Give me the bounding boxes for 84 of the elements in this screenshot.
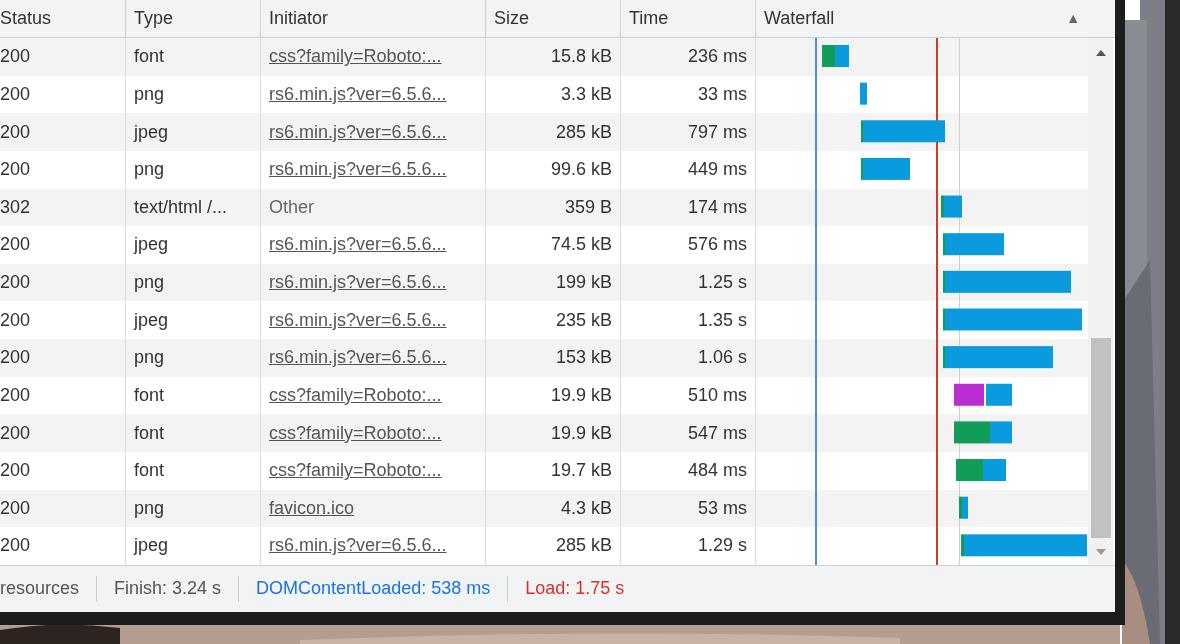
table-cell-text: 359 B: [564, 195, 612, 219]
table-cell-text: 200: [0, 383, 31, 407]
initiator-link[interactable]: rs6.min.js?ver=6.5.6...: [269, 532, 447, 560]
table-cell-text: text/html /...: [134, 195, 228, 219]
initiator-link[interactable]: rs6.min.js?ver=6.5.6...: [269, 306, 447, 334]
table-cell-text: 200: [0, 233, 31, 257]
table-cell-text: 200: [0, 496, 31, 520]
table-cell-text: font: [134, 45, 165, 69]
table-cell-text: 200: [0, 459, 31, 483]
table-cell-text: png: [134, 158, 165, 182]
table-cell-text: 153 kB: [555, 346, 612, 370]
table-cell-text: 1.25 s: [697, 271, 747, 295]
table-cell-text: 285 kB: [555, 534, 612, 558]
table-cell-text: png: [134, 271, 165, 295]
table-cell-text: 199 kB: [555, 271, 612, 295]
table-cell-text: font: [134, 459, 165, 483]
initiator-link[interactable]: css?family=Roboto:...: [269, 457, 442, 485]
table-cell-text: 19.9 kB: [550, 383, 612, 407]
table-cell-text: png: [134, 82, 165, 106]
sort-arrow: ▲: [1066, 9, 1080, 28]
table-cell-text: 174 ms: [687, 195, 747, 219]
table-cell-text: 200: [0, 158, 31, 182]
table-cell-text: 53 ms: [697, 496, 747, 520]
table-cell-text: 200: [0, 346, 31, 370]
table-cell-text: 576 ms: [687, 233, 747, 257]
table-cell-text: 19.9 kB: [550, 421, 612, 445]
initiator-link[interactable]: rs6.min.js?ver=6.5.6...: [269, 269, 447, 297]
table-cell-text: 285 kB: [555, 120, 612, 144]
initiator-link[interactable]: css?family=Roboto:...: [269, 381, 442, 409]
table-cell-text: 33 ms: [697, 82, 747, 106]
table-cell-text: font: [134, 421, 165, 445]
table-cell-text: jpeg: [134, 120, 169, 144]
table-cell-text: font: [134, 383, 165, 407]
table-cell-text: 510 ms: [687, 383, 747, 407]
table-cell-text: 1.06 s: [697, 346, 747, 370]
initiator-link[interactable]: rs6.min.js?ver=6.5.6...: [269, 231, 447, 259]
table-cell-text: 99.6 kB: [550, 158, 612, 182]
initiator-link[interactable]: css?family=Roboto:...: [269, 43, 442, 71]
initiator-link[interactable]: favicon.ico: [269, 494, 355, 522]
column-header[interactable]: Time: [629, 5, 669, 32]
table-cell-text: 3.3 kB: [560, 82, 612, 106]
table-cell-text: 200: [0, 120, 31, 144]
column-header[interactable]: Status: [0, 5, 52, 32]
table-cell-text: 235 kB: [555, 308, 612, 332]
table-cell-text: 200: [0, 308, 31, 332]
table-cell-text: 797 ms: [687, 120, 747, 144]
table-cell-text: Other: [269, 195, 315, 219]
table-cell-text: 1.29 s: [697, 534, 747, 558]
status-text: DOMContentLoaded: 538 ms: [256, 577, 491, 601]
table-cell-text: 1.35 s: [697, 308, 747, 332]
table-cell-text: jpeg: [134, 534, 169, 558]
table-cell-text: 15.8 kB: [550, 45, 612, 69]
table-cell-text: 4.3 kB: [560, 496, 612, 520]
status-text: Load: 1.75 s: [525, 577, 625, 601]
column-header[interactable]: Initiator: [269, 5, 329, 32]
status-text: resources: [0, 577, 80, 601]
column-header[interactable]: Type: [134, 5, 174, 32]
table-cell-text: png: [134, 496, 165, 520]
initiator-link[interactable]: rs6.min.js?ver=6.5.6...: [269, 156, 447, 184]
column-header[interactable]: Waterfall: [764, 5, 835, 32]
table-cell-text: 547 ms: [687, 421, 747, 445]
table-cell-text: 200: [0, 534, 31, 558]
table-cell-text: 74.5 kB: [550, 233, 612, 257]
initiator-link[interactable]: rs6.min.js?ver=6.5.6...: [269, 118, 447, 146]
table-cell-text: 200: [0, 271, 31, 295]
table-cell-text: png: [134, 346, 165, 370]
table-cell-text: 200: [0, 421, 31, 445]
initiator-link[interactable]: rs6.min.js?ver=6.5.6...: [269, 80, 447, 108]
table-cell-text: 449 ms: [687, 158, 747, 182]
initiator-link[interactable]: css?family=Roboto:...: [269, 419, 442, 447]
table-cell-text: jpeg: [134, 233, 169, 257]
table-cell-text: 236 ms: [687, 45, 747, 69]
scroll-down-icon[interactable]: [1096, 548, 1106, 555]
column-header[interactable]: Size: [494, 5, 529, 32]
table-cell-text: 200: [0, 82, 31, 106]
initiator-link[interactable]: rs6.min.js?ver=6.5.6...: [269, 344, 447, 372]
table-cell-text: 19.7 kB: [550, 459, 612, 483]
scroll-up-icon[interactable]: [1096, 50, 1106, 56]
scrollbar-thumb[interactable]: [1091, 338, 1111, 538]
status-text: Finish: 3.24 s: [114, 577, 222, 601]
table-cell-text: 484 ms: [687, 459, 747, 483]
table-cell-text: 302: [0, 195, 31, 219]
table-cell-text: jpeg: [134, 308, 169, 332]
table-cell-text: 200: [0, 45, 31, 69]
